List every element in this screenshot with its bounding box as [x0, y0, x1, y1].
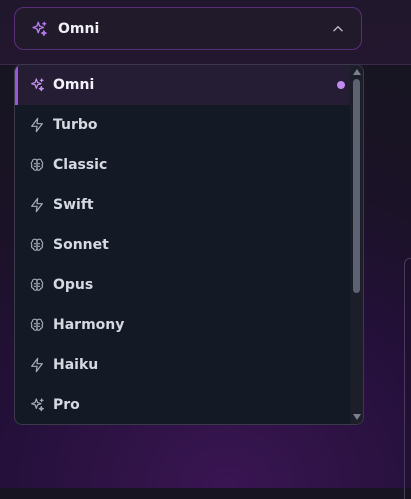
lightning-icon — [29, 197, 45, 213]
model-option-label: Swift — [53, 197, 94, 213]
sparkles-icon — [30, 20, 48, 38]
model-option-swift[interactable]: Swift — [15, 185, 351, 225]
model-dropdown-menu: Omni Turbo Classic Swift Sonnet Opus Harmony Ha… — [14, 64, 364, 425]
model-option-label: Pro — [53, 397, 80, 413]
model-list: Omni Turbo Classic Swift Sonnet Opus Harmony Ha… — [15, 65, 351, 424]
model-option-label: Haiku — [53, 357, 99, 373]
brain-icon — [29, 237, 45, 253]
sparkles-icon — [29, 77, 45, 93]
model-option-sonnet[interactable]: Sonnet — [15, 225, 351, 265]
model-option-label: Sonnet — [53, 237, 109, 253]
model-option-label: Classic — [53, 157, 108, 173]
scroll-down-arrow-icon[interactable] — [350, 411, 363, 423]
scrollbar-thumb[interactable] — [353, 79, 360, 293]
model-option-haiku[interactable]: Haiku — [15, 345, 351, 385]
background-panel-edge — [404, 258, 411, 499]
model-option-classic[interactable]: Classic — [15, 145, 351, 185]
chevron-up-icon — [331, 22, 345, 36]
sparkles-icon — [29, 397, 45, 413]
selected-model-label: Omni — [58, 20, 100, 37]
brain-icon — [29, 157, 45, 173]
scrollbar[interactable] — [350, 65, 363, 424]
brain-icon — [29, 277, 45, 293]
selected-indicator-dot — [337, 81, 345, 89]
model-option-turbo[interactable]: Turbo — [15, 105, 351, 145]
lightning-icon — [29, 117, 45, 133]
model-option-omni[interactable]: Omni — [15, 65, 351, 105]
model-option-label: Omni — [53, 77, 95, 93]
model-selector-trigger[interactable]: Omni — [14, 7, 362, 50]
lightning-icon — [29, 357, 45, 373]
scroll-up-arrow-icon[interactable] — [350, 66, 363, 78]
model-option-label: Opus — [53, 277, 94, 293]
model-option-opus[interactable]: Opus — [15, 265, 351, 305]
brain-icon — [29, 317, 45, 333]
model-option-label: Turbo — [53, 117, 98, 133]
model-option-harmony[interactable]: Harmony — [15, 305, 351, 345]
model-option-label: Harmony — [53, 317, 125, 333]
model-option-pro[interactable]: Pro — [15, 385, 351, 424]
